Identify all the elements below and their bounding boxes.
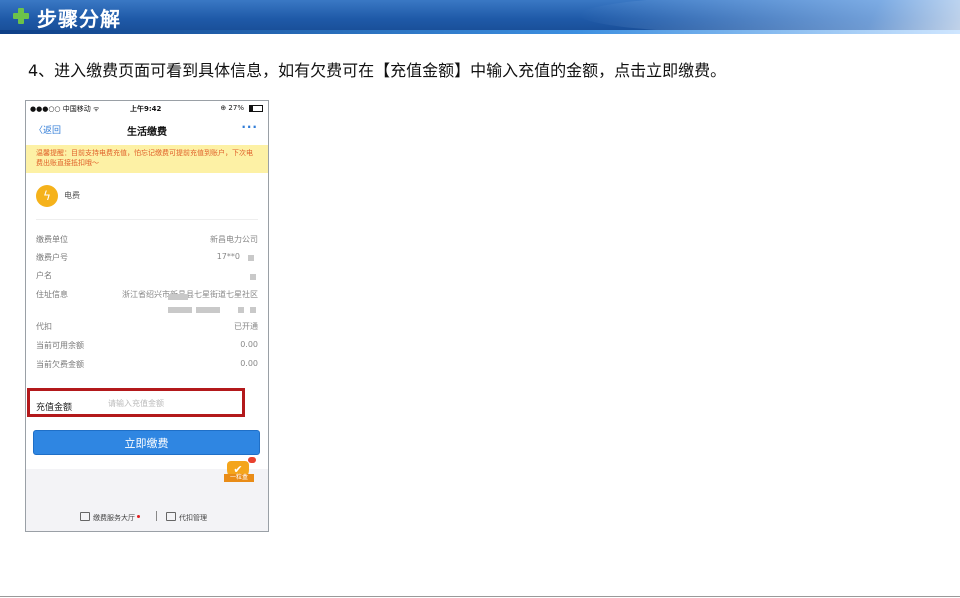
badge-ribbon: 一粒盒 <box>224 474 254 482</box>
row-value-address: 浙江省绍兴市新昌县七星街道七星社区 <box>122 290 258 299</box>
banner-stripe <box>0 30 960 34</box>
divider <box>36 219 258 220</box>
notification-dot <box>137 515 140 518</box>
row-label-account: 缴费户号 <box>36 253 68 262</box>
phone-footer: 缴费服务大厅 代扣管理 <box>26 509 268 523</box>
highlight-box <box>27 388 245 417</box>
hall-icon <box>80 512 90 521</box>
banner-swoosh <box>570 0 960 34</box>
row-value-balance: 0.00 <box>240 340 258 349</box>
more-icon[interactable]: ··· <box>241 120 258 134</box>
step-instruction: 4、进入缴费页面可看到具体信息，如有欠费可在【充值金额】中输入充值的金额，点击立… <box>28 61 727 80</box>
row-label-address: 住址信息 <box>36 290 68 299</box>
redacted-mask <box>238 307 244 313</box>
redacted-mask <box>248 255 254 261</box>
page-title: 步骤分解 <box>37 7 121 31</box>
redacted-mask <box>250 307 256 313</box>
header-banner: 步骤分解 <box>0 0 960 34</box>
row-value-unit: 新昌电力公司 <box>210 235 258 244</box>
promo-badge[interactable]: ✔ 一粒盒 <box>224 457 256 485</box>
nav-bar: 〈返回 生活缴费 ··· <box>26 115 268 146</box>
row-value-arrears: 0.00 <box>240 359 258 368</box>
auto-debit-label: 代扣管理 <box>179 514 207 522</box>
footer-separator <box>156 511 157 521</box>
redacted-mask <box>250 274 256 280</box>
row-label-autodebit: 代扣 <box>36 322 52 331</box>
bottom-divider <box>0 596 960 597</box>
status-time: 上午9:42 <box>130 105 162 113</box>
fee-type-label: 电费 <box>64 191 80 200</box>
badge-dot <box>248 457 256 463</box>
pay-now-button[interactable]: 立即缴费 <box>33 430 260 455</box>
service-hall-link[interactable]: 缴费服务大厅 <box>80 512 140 523</box>
shield-icon <box>166 512 176 521</box>
plus-icon <box>13 8 29 24</box>
auto-debit-link[interactable]: 代扣管理 <box>166 512 207 523</box>
row-label-unit: 缴费单位 <box>36 235 68 244</box>
carrier-signal: ●●●○○ 中国移动 ᯤ <box>30 105 100 113</box>
battery-percent: ⊕ 27% <box>220 104 244 112</box>
redacted-mask <box>196 307 220 313</box>
row-label-arrears: 当前欠费金额 <box>36 360 84 369</box>
phone-screenshot: ●●●○○ 中国移动 ᯤ 上午9:42 ⊕ 27% 〈返回 生活缴费 ··· 温… <box>25 100 269 532</box>
service-hall-label: 缴费服务大厅 <box>93 514 135 522</box>
battery-icon <box>249 105 263 112</box>
status-bar: ●●●○○ 中国移动 ᯤ 上午9:42 ⊕ 27% <box>26 101 268 115</box>
notice-banner: 温馨提醒：目前支持电费充值，怕忘记缴费可提前充值到账户，下次电费出账直接抵扣哦～ <box>26 145 268 173</box>
nav-title: 生活缴费 <box>127 127 167 138</box>
bill-info-card: ϟ 电费 缴费单位 新昌电力公司 缴费户号 17**0 户名 住址信息 浙江省绍… <box>26 173 268 469</box>
row-label-name: 户名 <box>36 271 52 280</box>
lightning-icon: ϟ <box>36 185 58 207</box>
row-value-account: 17**0 <box>216 252 240 261</box>
redacted-mask <box>168 294 188 300</box>
row-value-autodebit: 已开通 <box>234 322 258 331</box>
row-label-balance: 当前可用余额 <box>36 341 84 350</box>
redacted-mask <box>168 307 192 313</box>
